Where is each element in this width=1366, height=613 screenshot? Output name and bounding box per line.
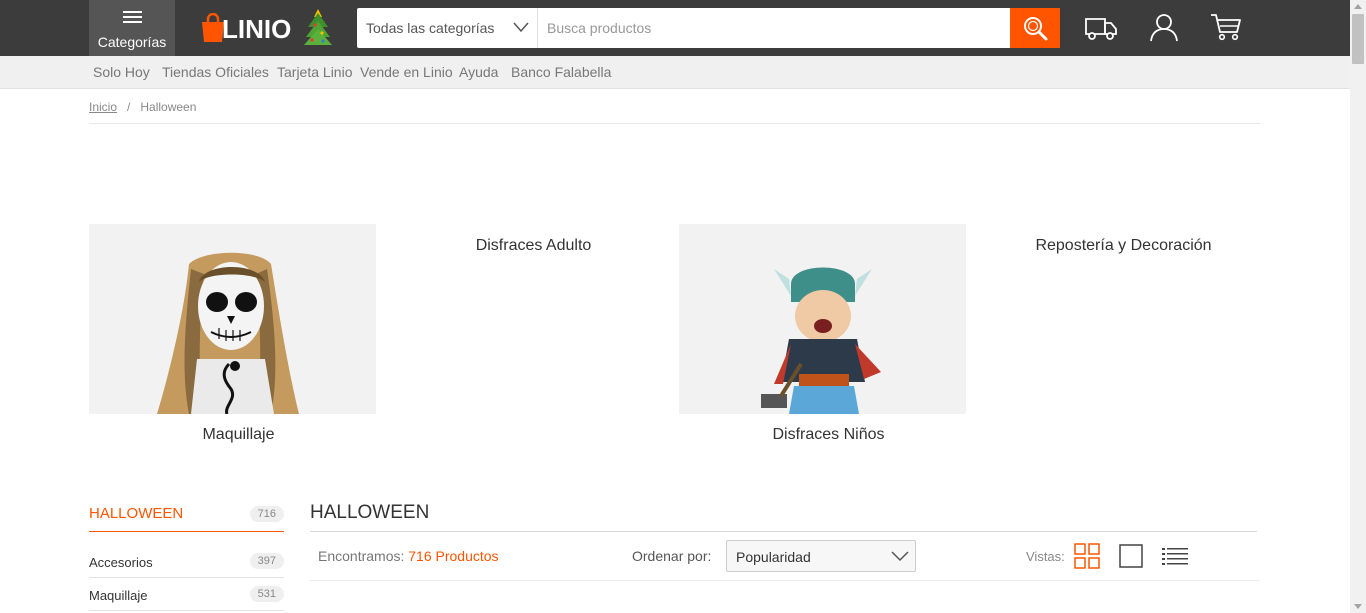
- count-badge: 397: [249, 553, 284, 569]
- sort-select-value: Popularidad: [736, 549, 811, 565]
- divider: [310, 580, 1260, 581]
- page-scrollbar[interactable]: [1350, 0, 1366, 613]
- search-input[interactable]: [538, 8, 1010, 48]
- hamburger-icon: [123, 11, 142, 26]
- categories-menu-button[interactable]: Categorías: [89, 0, 175, 56]
- breadcrumb-home-link[interactable]: Inicio: [89, 100, 117, 114]
- nav-ayuda[interactable]: Ayuda: [459, 64, 498, 80]
- results-count-value: 716 Productos: [408, 548, 499, 564]
- results-count-prefix: Encontramos:: [318, 548, 405, 564]
- count-badge: 716: [249, 506, 284, 522]
- category-image-maquillaje[interactable]: [89, 224, 376, 414]
- divider: [310, 531, 1257, 532]
- sidebar-category-halloween[interactable]: HALLOWEEN 716: [89, 502, 284, 532]
- top-bar: Categorías LINIO Todas las categorías: [0, 0, 1350, 56]
- categories-menu-label: Categorías: [97, 34, 167, 50]
- sidebar-item-label: Accesorios: [89, 555, 153, 570]
- count-badge: 531: [249, 586, 284, 602]
- search-button[interactable]: [1010, 8, 1060, 48]
- linio-logo[interactable]: LINIO: [200, 9, 296, 45]
- divider: [89, 123, 1260, 124]
- sidebar-title: HALLOWEEN: [89, 505, 184, 522]
- nav-tiendas-oficiales[interactable]: Tiendas Oficiales: [162, 64, 269, 80]
- nav-banco-falabella[interactable]: Banco Falabella: [511, 64, 611, 80]
- scroll-down-arrow-icon[interactable]: [1354, 604, 1362, 609]
- breadcrumb-current: Halloween: [140, 100, 197, 114]
- scrollbar-thumb[interactable]: [1352, 14, 1364, 64]
- grid-view-icon[interactable]: [1074, 543, 1100, 569]
- search-category-select[interactable]: Todas las categorías: [357, 8, 538, 48]
- category-label-maquillaje[interactable]: Maquillaje: [95, 426, 382, 444]
- views-label: Vistas:: [1026, 549, 1065, 564]
- breadcrumb: Inicio / Halloween: [89, 100, 196, 114]
- category-image-disfraces-ninos[interactable]: [679, 224, 966, 414]
- christmas-tree-icon: [304, 9, 332, 45]
- user-account-icon[interactable]: [1149, 12, 1179, 42]
- nav-solo-hoy[interactable]: Solo Hoy: [93, 64, 150, 80]
- sort-select[interactable]: Popularidad: [726, 540, 916, 572]
- sidebar-item-label: Maquillaje: [89, 588, 148, 603]
- breadcrumb-separator: /: [127, 100, 131, 114]
- sort-label: Ordenar por:: [632, 548, 712, 564]
- single-view-icon[interactable]: [1119, 544, 1143, 568]
- chevron-down-icon: [513, 22, 529, 33]
- category-label-reposteria-decoracion[interactable]: Repostería y Decoración: [980, 237, 1267, 255]
- nav-vende-en-linio[interactable]: Vende en Linio: [360, 64, 453, 80]
- nav-tarjeta-linio[interactable]: Tarjeta Linio: [277, 64, 353, 80]
- sidebar-item-maquillaje[interactable]: Maquillaje 531: [89, 578, 284, 611]
- kid-costume-image: [679, 224, 966, 414]
- category-label-disfraces-adulto[interactable]: Disfraces Adulto: [390, 237, 677, 255]
- shopping-cart-icon[interactable]: [1210, 12, 1242, 42]
- chevron-down-icon: [891, 551, 909, 562]
- search-icon: [1024, 17, 1048, 41]
- list-view-icon[interactable]: [1162, 547, 1188, 565]
- secondary-nav: Solo Hoy Tiendas Oficiales Tarjeta Linio…: [0, 56, 1350, 89]
- results-count: Encontramos: 716 Productos: [318, 548, 499, 564]
- category-label-disfraces-ninos[interactable]: Disfraces Niños: [685, 426, 972, 444]
- results-title: HALLOWEEN: [310, 502, 430, 523]
- search-category-label: Todas las categorías: [366, 20, 495, 36]
- search-bar: Todas las categorías: [357, 8, 1060, 48]
- scroll-up-arrow-icon[interactable]: [1354, 4, 1362, 9]
- skull-makeup-woman-image: [89, 224, 376, 414]
- delivery-truck-icon[interactable]: [1084, 14, 1118, 42]
- logo-text: LINIO: [222, 14, 292, 44]
- sidebar-item-accesorios[interactable]: Accesorios 397: [89, 545, 284, 578]
